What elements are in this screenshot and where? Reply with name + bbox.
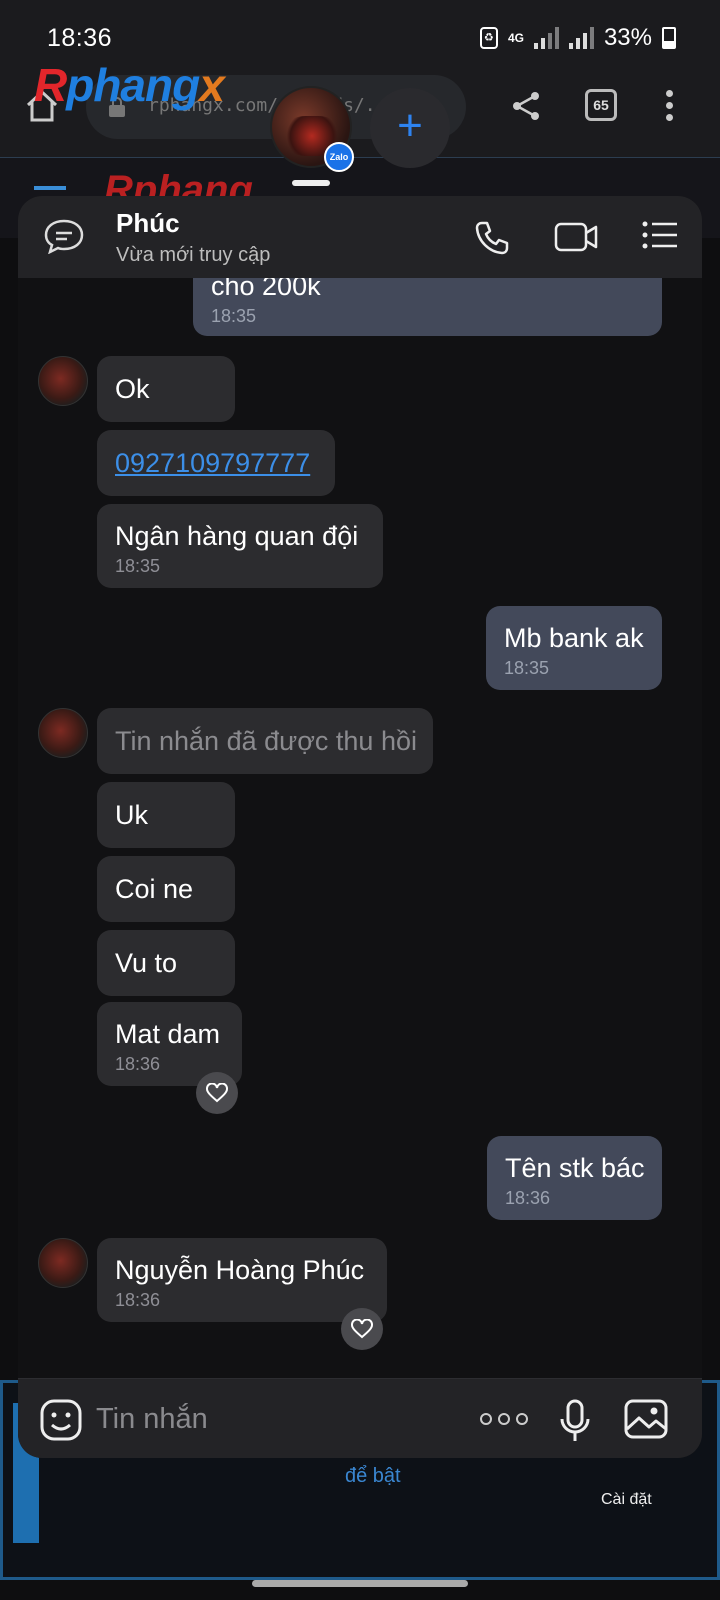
message-incoming[interactable]: Ok [97, 356, 235, 422]
chat-head-indicator [292, 180, 330, 186]
message-list[interactable]: cho 200k 18:35 Ok 0927109797777 Ngân hàn… [18, 278, 702, 1378]
message-outgoing[interactable]: Mb bank ak 18:35 [486, 606, 662, 690]
message-list-icon[interactable] [44, 218, 84, 254]
zalo-badge: Zalo [324, 142, 354, 172]
reaction-button[interactable] [196, 1072, 238, 1114]
image-icon[interactable] [624, 1399, 668, 1439]
contact-avatar[interactable] [38, 708, 88, 758]
chat-header: Phúc Vừa mới truy cập [18, 196, 702, 278]
gesture-nav-bar[interactable] [252, 1580, 468, 1587]
message-incoming[interactable]: Uk [97, 782, 235, 848]
message-incoming[interactable]: Coi ne [97, 856, 235, 922]
contact-avatar[interactable] [38, 356, 88, 406]
more-options-icon[interactable] [480, 1413, 528, 1425]
message-outgoing[interactable]: cho 200k 18:35 [193, 278, 662, 336]
microphone-icon[interactable] [558, 1399, 592, 1443]
phone-number-link[interactable]: 0927109797777 [115, 447, 317, 479]
contact-status: Vừa mới truy cập [116, 244, 271, 266]
heart-icon [206, 1083, 228, 1103]
message-composer [18, 1378, 702, 1458]
message-outgoing[interactable]: Tên stk bác 18:36 [487, 1136, 662, 1220]
video-call-icon[interactable] [554, 220, 598, 254]
battery-icon [662, 27, 676, 49]
site-enable-link[interactable]: để bật [345, 1465, 401, 1488]
share-icon[interactable] [510, 90, 542, 122]
chat-panel: Phúc Vừa mới truy cập cho 200k 18:35 Ok … [18, 196, 702, 1458]
phone-call-icon[interactable] [474, 220, 510, 256]
sticker-icon[interactable] [40, 1399, 82, 1441]
more-vertical-icon[interactable] [666, 90, 674, 122]
message-incoming[interactable]: Vu to [97, 930, 235, 996]
site-menu-icon [34, 186, 66, 190]
signal-icon-2 [568, 27, 594, 49]
message-incoming[interactable]: Nguyễn Hoàng Phúc 18:36 [97, 1238, 387, 1322]
message-input[interactable] [96, 1393, 456, 1445]
message-incoming-phone-link[interactable]: 0927109797777 [97, 430, 335, 496]
network-type: 4G [507, 30, 524, 45]
status-time: 18:36 [47, 24, 113, 52]
new-chat-button[interactable]: + [370, 88, 450, 168]
heart-icon [351, 1319, 373, 1339]
message-incoming[interactable]: Ngân hàng quan đội 18:35 [97, 504, 383, 588]
contact-avatar[interactable] [38, 1238, 88, 1288]
contact-name: Phúc [116, 208, 180, 238]
reaction-button[interactable] [341, 1308, 383, 1350]
site-logo: Rphangx [34, 59, 225, 111]
site-settings-label[interactable]: Cài đặt [601, 1491, 652, 1509]
recycle-icon: ♻ [479, 27, 498, 49]
chat-menu-icon[interactable] [642, 220, 678, 250]
status-icons: ♻ 4G 33% [479, 24, 676, 52]
tabs-count-button[interactable]: 65 [585, 89, 617, 121]
signal-icon [533, 27, 559, 49]
battery-percent: 33% [603, 24, 652, 51]
message-recalled[interactable]: Tin nhắn đã được thu hồi [97, 708, 433, 774]
